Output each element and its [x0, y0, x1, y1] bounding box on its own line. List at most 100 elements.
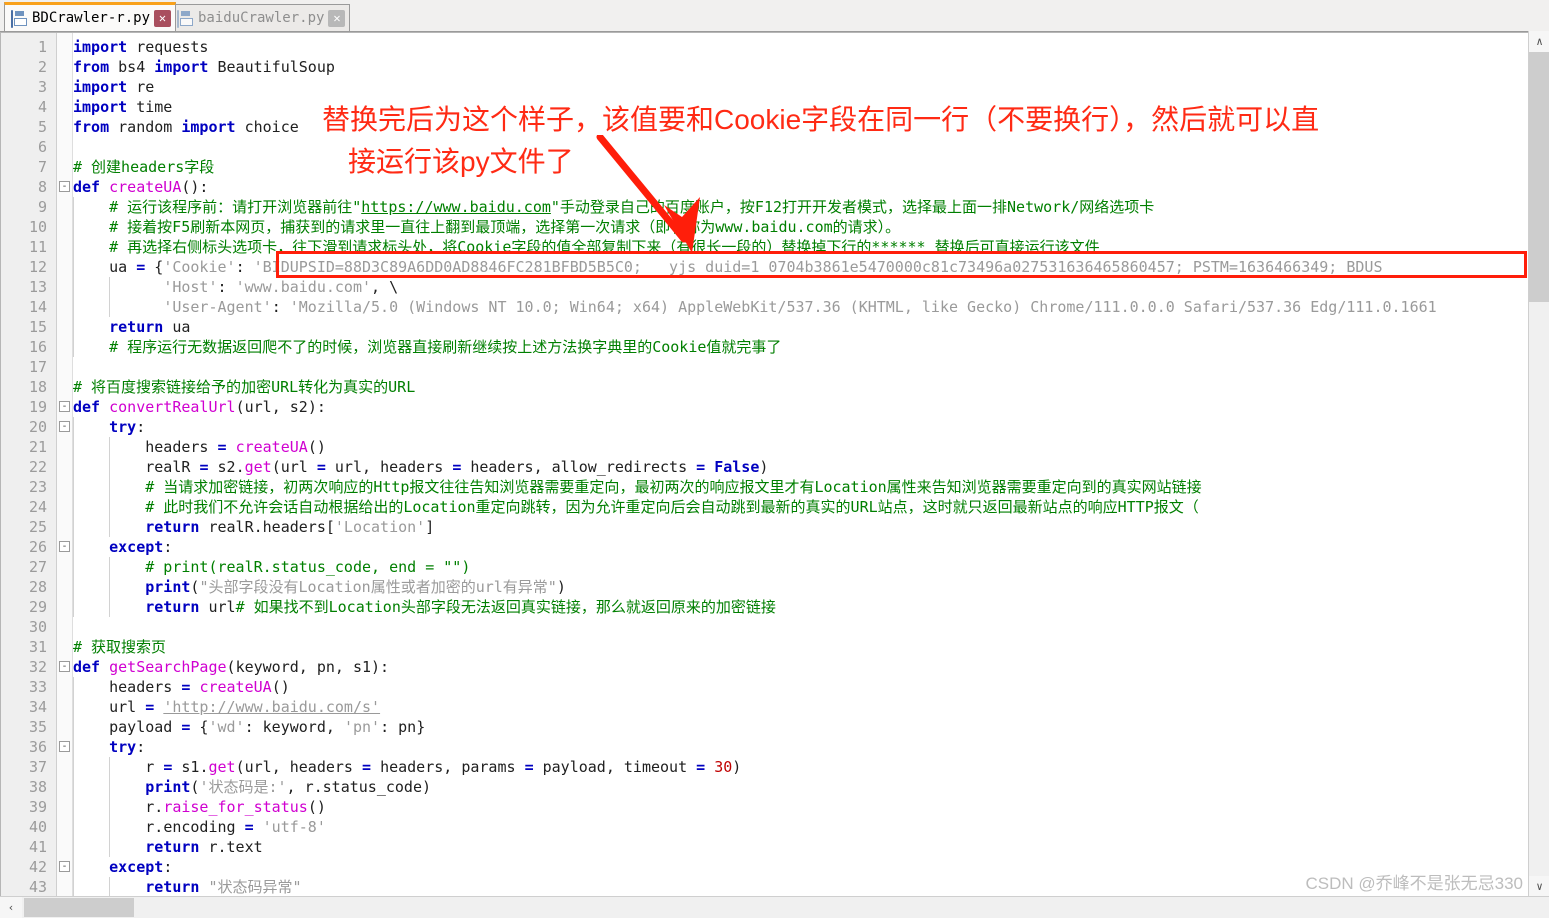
code-text: # 获取搜索页 [73, 638, 167, 656]
code-text: print('状态码是:', r.status_code) [145, 778, 432, 796]
line-number: 22 [28, 458, 47, 476]
code-line[interactable]: 28 print("头部字段没有Location属性或者加密的url有异常") [1, 577, 1548, 597]
code-line[interactable]: 16 # 程序运行无数据返回爬不了的时候，浏览器直接刷新继续按上述方法换字典里的… [1, 337, 1548, 357]
close-icon[interactable]: ✕ [154, 9, 172, 27]
code-editor[interactable]: 1 import requests 2 from bs4 import Beautif… [0, 31, 1549, 918]
code-text: headers = createUA() [145, 438, 326, 456]
tab-bdcrawler-r-py[interactable]: BDCrawler-r.py ✕ [4, 2, 177, 31]
line-number: 41 [28, 838, 47, 856]
code-line[interactable]: 20 - try: [1, 417, 1548, 437]
code-line[interactable]: 12 ua = {'Cookie': 'BIDUPSID=88D3C89A6DD… [1, 257, 1548, 277]
line-number: 39 [28, 798, 47, 816]
watermark: CSDN @乔峰不是张无忌330 [1305, 874, 1523, 893]
code-line[interactable]: 10 # 接着按F5刷新本网页，捕获到的请求里一直往上翻到最顶端，选择第一次请求… [1, 217, 1548, 237]
code-line[interactable]: 9 # 运行该程序前：请打开浏览器前往"https://www.baidu.co… [1, 197, 1548, 217]
annotation-line-2: 接运行该py文件了 [348, 146, 574, 177]
line-number: 15 [28, 318, 47, 336]
code-line[interactable]: 7 # 创建headers字段 [1, 157, 1548, 177]
fold-toggle-icon[interactable]: - [59, 541, 70, 552]
code-line[interactable]: 17 [1, 357, 1548, 377]
code-line[interactable]: 36 - try: [1, 737, 1548, 757]
code-line[interactable]: 13 'Host': 'www.baidu.com', \ [1, 277, 1548, 297]
line-number: 18 [28, 378, 47, 396]
code-line[interactable]: 1 import requests [1, 37, 1548, 57]
line-number: 38 [28, 778, 47, 796]
code-line[interactable]: 29 return url# 如果找不到Location头部字段无法返回真实链接… [1, 597, 1548, 617]
line-number: 31 [28, 638, 47, 656]
code-text: headers = createUA() [109, 678, 290, 696]
code-line[interactable]: 40 r.encoding = 'utf-8' [1, 817, 1548, 837]
code-text: def convertRealUrl(url, s2): [73, 398, 326, 416]
close-icon[interactable]: ✕ [328, 9, 346, 27]
fold-toggle-icon[interactable]: - [59, 421, 70, 432]
fold-toggle-icon[interactable]: - [59, 181, 70, 192]
code-line[interactable]: 11 # 再选择右侧标头选项卡，往下滑到请求标头处，将Cookie字段的值全部复… [1, 237, 1548, 257]
horizontal-scroll-thumb[interactable] [24, 898, 134, 917]
horizontal-scrollbar[interactable]: ‹ [0, 896, 1549, 918]
code-line[interactable]: 14 'User-Agent': 'Mozilla/5.0 (Windows N… [1, 297, 1548, 317]
fold-toggle-icon[interactable]: - [59, 401, 70, 412]
code-text: return r.text [145, 838, 263, 856]
scroll-up-icon[interactable]: ∧ [1529, 31, 1549, 52]
code-text: # 运行该程序前：请打开浏览器前往"https://www.baidu.com"… [109, 198, 1155, 216]
code-line[interactable]: 15 return ua [1, 317, 1548, 337]
line-number: 13 [28, 278, 47, 296]
code-line[interactable]: 21 headers = createUA() [1, 437, 1548, 457]
tab-label: BDCrawler-r.py [32, 10, 151, 26]
vertical-scrollbar[interactable]: ∧ ∨ [1528, 31, 1549, 897]
code-line[interactable]: 33 headers = createUA() [1, 677, 1548, 697]
line-number: 34 [28, 698, 47, 716]
code-line[interactable]: 35 payload = {'wd': keyword, 'pn': pn} [1, 717, 1548, 737]
code-line[interactable]: 22 realR = s2.get(url = url, headers = h… [1, 457, 1548, 477]
fold-toggle-icon[interactable]: - [59, 861, 70, 872]
code-line[interactable]: 23 # 当请求加密链接，初两次响应的Http报文往往告知浏览器需要重定向，最初… [1, 477, 1548, 497]
code-text: try: [109, 418, 146, 436]
vertical-scroll-thumb[interactable] [1529, 52, 1549, 302]
scroll-down-icon[interactable]: ∨ [1529, 876, 1549, 897]
ide-window: BDCrawler-r.py ✕ baiduCrawler.py ✕ 1 impo… [0, 0, 1549, 918]
line-number: 35 [28, 718, 47, 736]
code-line[interactable]: 18 # 将百度搜索链接给予的加密URL转化为真实的URL [1, 377, 1548, 397]
code-line[interactable]: 34 url = 'http://www.baidu.com/s' [1, 697, 1548, 717]
line-number: 42 [28, 858, 47, 876]
code-line[interactable]: 41 return r.text [1, 837, 1548, 857]
code-line[interactable]: 32 - def getSearchPage(keyword, pn, s1): [1, 657, 1548, 677]
line-number: 5 [37, 118, 47, 136]
code-text: r.raise_for_status() [145, 798, 326, 816]
line-number: 30 [28, 618, 47, 636]
code-line[interactable]: 19 - def convertRealUrl(url, s2): [1, 397, 1548, 417]
code-line[interactable]: 8 - def createUA(): [1, 177, 1548, 197]
scroll-left-icon[interactable]: ‹ [0, 897, 22, 918]
code-line[interactable]: 26 - except: [1, 537, 1548, 557]
line-number: 25 [28, 518, 47, 536]
line-number: 11 [28, 238, 47, 256]
code-text: import time [73, 98, 173, 116]
code-line[interactable]: 31 # 获取搜索页 [1, 637, 1548, 657]
code-text: return ua [109, 318, 191, 336]
line-number: 14 [28, 298, 47, 316]
line-number: 19 [28, 398, 47, 416]
code-line[interactable]: 24 # 此时我们不允许会话自动根据给出的Location重定向跳转，因为允许重… [1, 497, 1548, 517]
fold-toggle-icon[interactable]: - [59, 741, 70, 752]
tab-baiducrawler-py[interactable]: baiduCrawler.py ✕ [170, 4, 351, 31]
code-text: ua = {'Cookie': 'BIDUPSID=88D3C89A6DD0AD… [109, 258, 1383, 276]
annotation-line-1: 替换完后为这个样子，该值要和Cookie字段在同一行（不要换行），然后就可以直 [322, 104, 1320, 135]
code-text: def getSearchPage(keyword, pn, s1): [73, 658, 390, 676]
code-text: return "状态码异常" [145, 878, 302, 896]
fold-toggle-icon[interactable]: - [59, 661, 70, 672]
code-line[interactable]: 30 [1, 617, 1548, 637]
code-line[interactable]: 3 import re [1, 77, 1548, 97]
code-line[interactable]: 38 print('状态码是:', r.status_code) [1, 777, 1548, 797]
code-line[interactable]: 37 r = s1.get(url, headers = headers, pa… [1, 757, 1548, 777]
line-number: 23 [28, 478, 47, 496]
code-text: r = s1.get(url, headers = headers, param… [145, 758, 742, 776]
floppy-disk-icon [11, 9, 26, 28]
line-number: 3 [37, 78, 47, 96]
code-text: 'User-Agent': 'Mozilla/5.0 (Windows NT 1… [163, 298, 1437, 316]
code-line[interactable]: 27 # print(realR.status_code, end = "") [1, 557, 1548, 577]
code-text: realR = s2.get(url = url, headers = head… [145, 458, 769, 476]
code-line[interactable]: 25 return realR.headers['Location'] [1, 517, 1548, 537]
code-line[interactable]: 39 r.raise_for_status() [1, 797, 1548, 817]
code-text: # 创建headers字段 [73, 158, 215, 176]
code-line[interactable]: 2 from bs4 import BeautifulSoup [1, 57, 1548, 77]
